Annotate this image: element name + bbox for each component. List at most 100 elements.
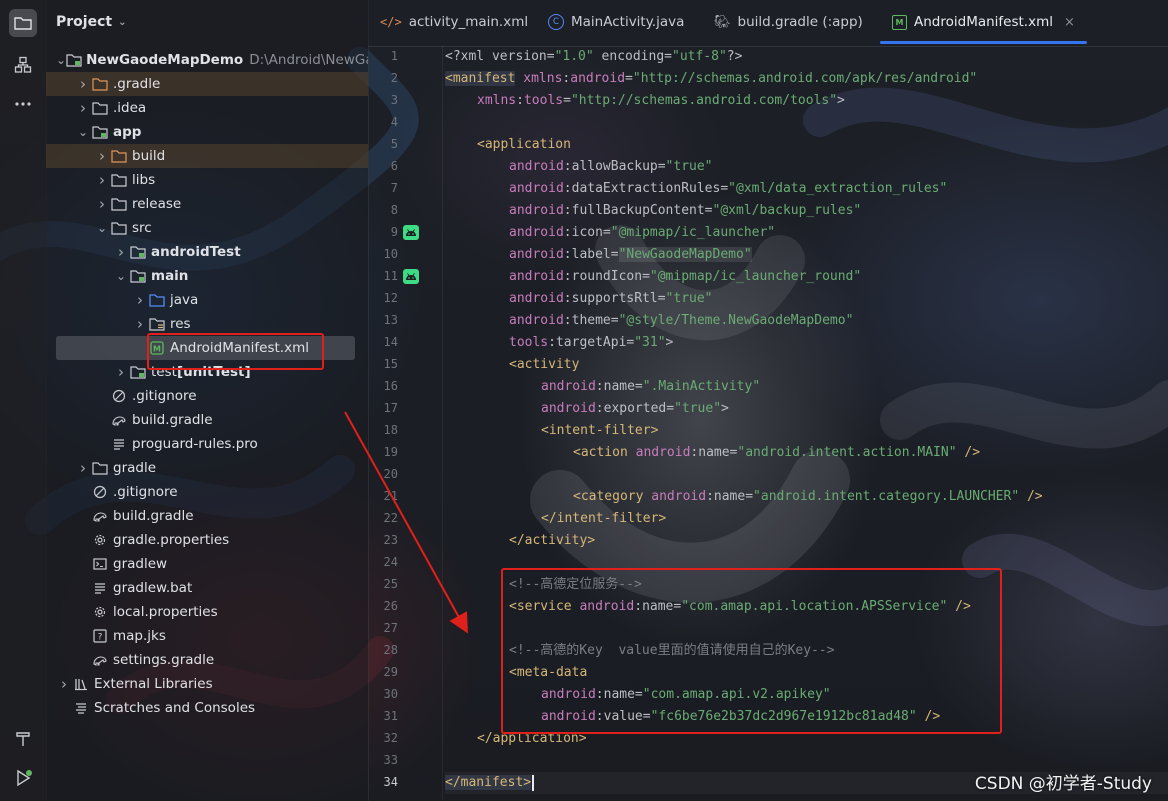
project-folder-icon[interactable] [9,9,37,37]
tree-item-label: release [132,196,182,212]
folder-icon [91,460,109,476]
tree-item[interactable]: gradlew.bat [46,576,368,600]
tree-item-label: gradle.properties [113,532,230,548]
chevron-right-icon[interactable]: › [94,195,110,213]
code-line: android:dataExtractionRules="@xml/data_e… [509,178,947,200]
tab-build-gradle-app[interactable]: 🐘︎ build.gradle (:app) [714,0,863,44]
tree-item[interactable]: build.gradle [46,504,368,528]
tree-item[interactable]: › gradle [46,456,368,480]
android-icon[interactable] [403,269,419,284]
chevron-right-icon[interactable]: › [94,147,110,165]
code-token: xmlns [523,71,563,86]
code-token: <application [477,137,571,152]
tree-item[interactable]: proguard-rules.pro [46,432,368,456]
chevron-down-icon[interactable]: ⌄ [94,221,110,235]
android-icon[interactable] [403,225,419,240]
structure-icon[interactable] [9,51,37,79]
code-line: <intent-filter> [541,420,658,442]
tree-item[interactable]: ⌄ src [46,216,368,240]
tree-item[interactable]: ⌄ NewGaodeMapDemo D:\Android\NewGaoc [46,48,368,72]
chevron-right-icon[interactable]: › [75,99,91,117]
code-token: :allowBackup= [563,159,666,174]
line-number: 13 [383,313,398,327]
line-number: 27 [383,621,398,635]
line-number: 20 [383,467,398,481]
chevron-right-icon[interactable]: › [132,291,148,309]
code-token: <category [573,489,644,504]
tree-item[interactable]: .gitignore [46,480,368,504]
chevron-down-icon[interactable]: ⌄ [75,125,91,139]
chevron-right-icon[interactable]: › [56,675,72,693]
line-number: 2 [390,71,398,85]
library-icon [72,676,90,692]
tree-item[interactable]: ? map.jks [46,624,368,648]
code-token: android [509,225,564,240]
chevron-down-icon[interactable]: ⌄ [113,269,129,283]
tree-item-label: gradlew.bat [113,580,193,596]
line-number: 16 [383,379,398,393]
tab-android-manifest[interactable]: M AndroidManifest.xml × [880,0,1087,44]
code-line: <category android:name="android.intent.c… [573,486,1043,508]
tab-main-activity[interactable]: C MainActivity.java [548,0,684,44]
chevron-right-icon[interactable]: › [113,363,129,381]
tree-item[interactable]: › build [46,144,368,168]
code-line: android:fullBackupContent="@xml/backup_r… [509,200,861,222]
folder-icon [91,100,109,116]
chevron-right-icon[interactable]: › [75,459,91,477]
code-token: :theme= [563,313,619,328]
tree-item[interactable]: .gitignore [46,384,368,408]
project-view-selector[interactable]: Project ⌄ [56,14,126,30]
tree-item[interactable]: › .idea [46,96,368,120]
line-number: 28 [383,643,398,657]
tree-item[interactable]: › java [46,288,368,312]
code-token: = [625,71,633,86]
chevron-right-icon[interactable]: › [113,243,129,261]
chevron-right-icon[interactable]: › [132,315,148,333]
code-token: android [509,313,564,328]
code-line: </activity> [509,530,595,552]
code-token: </activity> [509,533,596,548]
tree-item[interactable]: local.properties [46,600,368,624]
chevron-down-icon[interactable]: ⌄ [56,53,66,67]
code-token: "true" [674,401,722,416]
more-icon[interactable] [9,90,37,118]
line-number: 12 [383,291,398,305]
tree-item-label: settings.gradle [113,652,215,668]
chevron-right-icon[interactable]: › [94,171,110,189]
tree-item[interactable]: Scratches and Consoles [46,696,368,720]
folder-icon [110,172,128,188]
code-token: ".MainActivity" [642,379,761,394]
tree-item[interactable]: gradlew [46,552,368,576]
gitignore-icon [110,388,128,404]
tree-item[interactable]: › libs [46,168,368,192]
project-panel: Project ⌄ ⌄ NewGaodeMapDemo D:\Android\New… [46,0,369,801]
tree-item-label: NewGaodeMapDemo [86,52,244,68]
code-token: "http://schemas.android.com/tools" [570,93,838,108]
tree-item[interactable]: ⌄ app [46,120,368,144]
code-token: /> [964,445,981,460]
tree-item[interactable]: › .gradle [46,72,368,96]
close-icon[interactable]: × [1064,15,1075,30]
text-file-icon [91,580,109,596]
code-token: :targetApi= [548,335,635,350]
tree-item[interactable]: build.gradle [46,408,368,432]
run-icon[interactable] [9,764,37,792]
tree-item[interactable]: gradle.properties [46,528,368,552]
tree-item[interactable]: settings.gradle [46,648,368,672]
code-token: <activity [509,357,580,372]
tree-item[interactable]: › External Libraries [46,672,368,696]
chevron-right-icon[interactable]: › [75,75,91,93]
tree-item[interactable]: ⌄ main [46,264,368,288]
code-token: "@mipmap/ic_launcher" [610,225,776,240]
line-number: 32 [383,731,398,745]
tree-item-label: main [151,268,189,284]
tree-item[interactable]: › release [46,192,368,216]
tree-item-label: gradlew [113,556,168,572]
line-number: 19 [383,445,398,459]
tab-activity-main[interactable]: </> activity_main.xml [380,0,528,44]
tree-item-label: build.gradle [132,412,213,428]
hammer-icon[interactable] [9,725,37,753]
excluded-folder-icon [110,148,128,164]
tree-item[interactable]: › androidTest [46,240,368,264]
line-number: 31 [383,709,398,723]
